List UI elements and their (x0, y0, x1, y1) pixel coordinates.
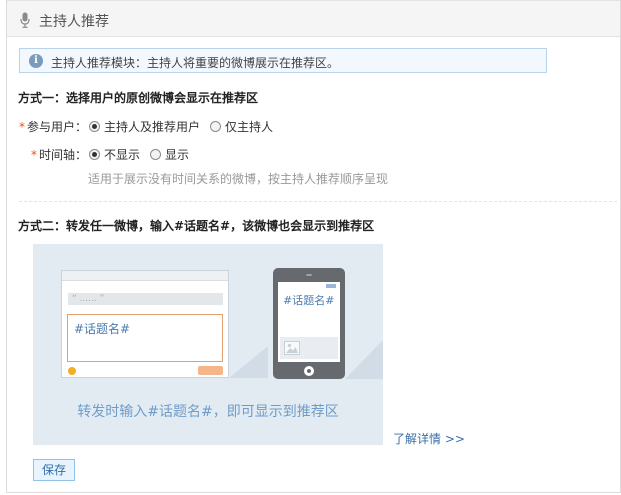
phone-topic-text: #话题名# (283, 294, 335, 307)
participants-label: 参与用户： (27, 120, 88, 134)
radio-selected[interactable] (89, 121, 101, 132)
module-tip: i 主持人推荐模块：主持人将重要的微博展示在推荐区。 (19, 48, 547, 73)
panel-title: 主持人推荐 (39, 14, 109, 30)
timeline-option-show[interactable]: 显示 (150, 146, 189, 163)
radio-unselected[interactable] (150, 149, 162, 160)
tip-text: 主持人推荐模块：主持人将重要的微博展示在推荐区。 (51, 56, 340, 70)
repost-illustration: “ ...... ” #话题名# #话题名# 转发时输入#话题名#，即可显示到推… (33, 244, 383, 445)
learn-more-link[interactable]: 了解详情 >> (393, 430, 465, 447)
topic-recommend-panel: 主持人推荐 i 主持人推荐模块：主持人将重要的微博展示在推荐区。 方式一：选择用… (6, 0, 621, 493)
phone-home-button (304, 366, 314, 376)
repost-submit-button (198, 366, 223, 375)
phone-image-area (280, 337, 338, 359)
timeline-option-hide[interactable]: 不显示 (89, 146, 140, 163)
timeline-hint: 适用于展示没有时间关系的微博，按主持人推荐顺序呈现 (88, 172, 389, 186)
option-label: 不显示 (104, 148, 141, 162)
window-titlebar (62, 271, 228, 281)
illustration-caption: 转发时输入#话题名#，即可显示到推荐区 (77, 404, 339, 420)
microphone-icon (20, 12, 30, 28)
repost-textbox: #话题名# (67, 314, 223, 362)
info-icon: i (29, 54, 43, 68)
option-label: 仅主持人 (225, 120, 274, 134)
required-mark: * (19, 119, 25, 134)
phone-status-bar (326, 284, 336, 288)
option-label: 显示 (165, 148, 190, 162)
participants-row: * 参与用户： 主持人及推荐用户 仅主持人 (19, 118, 283, 135)
method1-title: 方式一：选择用户的原创微博会显示在推荐区 (18, 91, 259, 105)
save-button[interactable]: 保存 (33, 459, 75, 481)
section-divider (19, 201, 617, 202)
image-icon (284, 341, 300, 355)
emoji-icon (68, 367, 76, 375)
radio-unselected[interactable] (210, 121, 222, 132)
option-label: 主持人及推荐用户 (104, 120, 201, 134)
panel-header: 主持人推荐 (7, 0, 620, 37)
web-repost-window: “ ...... ” #话题名# (61, 270, 229, 378)
phone-screen: #话题名# (278, 282, 340, 362)
participants-option-host-and-recommended[interactable]: 主持人及推荐用户 (89, 118, 200, 135)
quote-field: “ ...... ” (68, 293, 223, 305)
timeline-label: 时间轴： (39, 148, 88, 162)
required-mark: * (31, 147, 37, 162)
timeline-row: * 时间轴： 不显示 显示 (31, 146, 199, 163)
mobile-phone: #话题名# (273, 268, 345, 379)
topic-hashtag-text: #话题名# (74, 322, 131, 336)
method2-title: 方式二：转发任一微博，输入#话题名#，该微博也会显示到推荐区 (18, 219, 375, 233)
radio-selected[interactable] (89, 149, 101, 160)
participants-option-host-only[interactable]: 仅主持人 (210, 118, 273, 135)
phone-speaker (306, 274, 312, 276)
